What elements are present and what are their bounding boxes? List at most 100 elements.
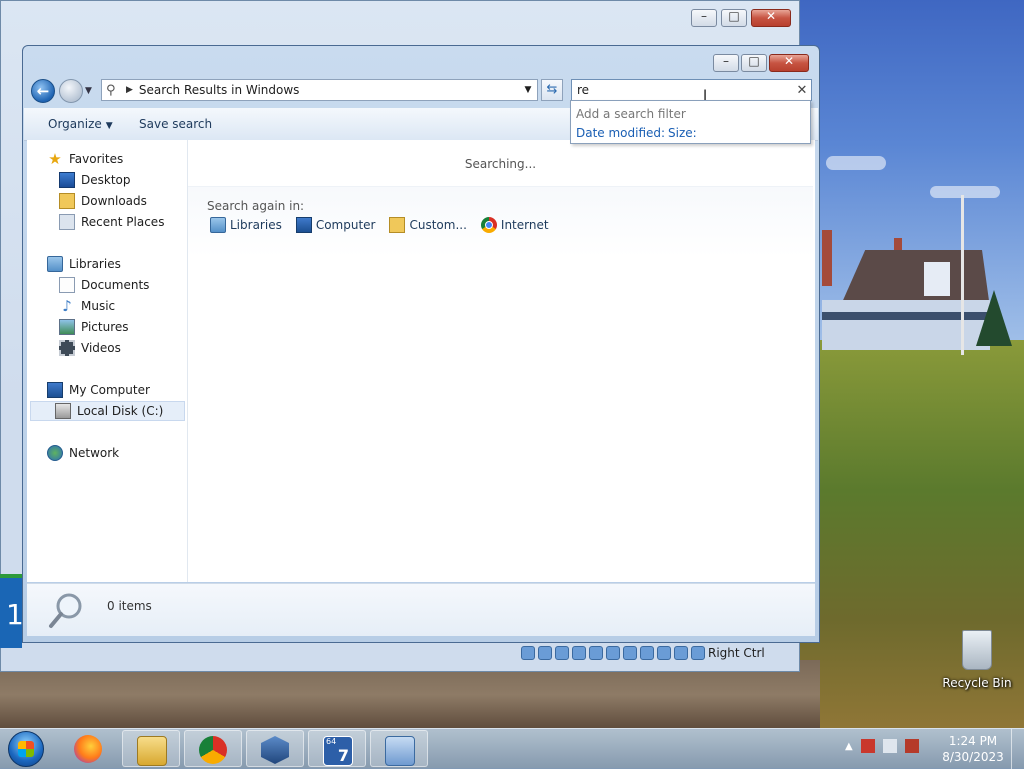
search-again-computer[interactable]: Computer (295, 217, 376, 233)
search-again-internet[interactable]: Internet (480, 217, 549, 233)
nav-music[interactable]: ♪ Music (59, 296, 115, 316)
nav-libraries[interactable]: Libraries (47, 254, 121, 274)
recording-icon[interactable] (640, 646, 654, 660)
nav-label: My Computer (69, 383, 150, 397)
clock-time: 1:24 PM (948, 734, 998, 748)
search-again-locations: Libraries Computer Custom... Internet (210, 217, 549, 233)
refresh-button[interactable]: ⇆ (541, 79, 563, 101)
search-again-libraries[interactable]: Libraries (210, 217, 282, 233)
date-modified-filter[interactable]: Date modified: (576, 126, 665, 140)
recycle-bin-icon (962, 630, 992, 670)
custom-folder-icon (389, 217, 406, 233)
nav-local-disk[interactable]: Local Disk (C:) (30, 401, 185, 421)
close-icon: ✕ (783, 54, 795, 68)
navigation-pane: ★ Favorites Desktop Downloads Recent Plac… (27, 140, 188, 582)
cpu-icon[interactable] (657, 646, 671, 660)
show-hidden-icons-button[interactable]: ▲ (845, 741, 853, 752)
chrome-icon (199, 736, 227, 764)
network-icon (47, 445, 63, 461)
minimize-button[interactable]: – (713, 54, 739, 72)
taskbar-chrome[interactable] (184, 730, 242, 767)
nav-my-computer[interactable]: My Computer (47, 380, 150, 400)
close-button[interactable]: ✕ (769, 54, 809, 72)
nav-desktop[interactable]: Desktop (59, 170, 131, 190)
nav-downloads[interactable]: Downloads (59, 191, 147, 211)
save-search-button[interactable]: Save search (139, 117, 212, 131)
search-filter-hint: Add a search filter (576, 107, 686, 121)
show-desktop-button[interactable] (1011, 729, 1024, 769)
nav-recent-places[interactable]: Recent Places (59, 212, 164, 232)
close-button[interactable]: ✕ (751, 9, 791, 27)
clock[interactable]: 1:24 PM 8/30/2023 (938, 733, 1008, 765)
nav-network[interactable]: Network (47, 443, 119, 463)
details-pane: 0 items (27, 583, 815, 636)
organize-button[interactable]: Organize ▼ (48, 117, 113, 131)
desktop-icon (59, 172, 75, 188)
magnifier-icon (49, 593, 82, 628)
address-bar[interactable]: ⚲ ▶ Search Results in Windows ▼ (101, 79, 538, 101)
taskbar-virtualbox[interactable] (246, 730, 304, 767)
back-button[interactable]: ← (31, 79, 55, 103)
maximize-button[interactable]: □ (721, 9, 747, 27)
nav-favorites[interactable]: ★ Favorites (47, 149, 123, 169)
shared-folder-icon[interactable] (606, 646, 620, 660)
taskbar-control-panel[interactable] (370, 730, 428, 767)
back-arrow-icon: ← (36, 82, 50, 100)
address-dropdown[interactable]: ▼ (519, 85, 537, 95)
network-status-icon[interactable] (882, 739, 897, 753)
organize-label: Organize (48, 117, 102, 131)
film-strip-icon (59, 340, 75, 356)
house-body (822, 300, 990, 350)
location-label: Computer (315, 218, 376, 232)
caption-buttons: – □ ✕ (713, 54, 809, 72)
recent-pages-dropdown[interactable]: ▼ (85, 86, 92, 96)
clock-date: 8/30/2023 (942, 750, 1004, 764)
nav-label: Downloads (81, 194, 147, 208)
forward-button[interactable] (59, 79, 83, 103)
clear-search-button[interactable]: ✕ (793, 83, 811, 98)
network-adapter-icon[interactable] (572, 646, 586, 660)
nav-label: Pictures (81, 320, 129, 334)
display-icon[interactable] (623, 646, 637, 660)
maximize-icon: □ (728, 9, 740, 23)
mouse-integration-icon[interactable] (674, 646, 688, 660)
computer-icon (295, 217, 312, 233)
libraries-icon (47, 256, 63, 272)
nav-label: Music (81, 299, 116, 313)
breadcrumb-arrow-icon[interactable]: ▶ (126, 85, 133, 95)
music-note-icon: ♪ (62, 297, 72, 315)
volume-muted-icon[interactable] (904, 739, 919, 753)
maximize-button[interactable]: □ (741, 54, 767, 72)
nav-label: Libraries (69, 257, 121, 271)
usb-icon[interactable] (589, 646, 603, 660)
nav-pictures[interactable]: Pictures (59, 317, 129, 337)
app-badge: 7 (337, 746, 349, 765)
nav-label: Desktop (81, 173, 131, 187)
size-filter[interactable]: Size: (668, 126, 697, 140)
search-again-custom[interactable]: Custom... (389, 217, 467, 233)
recycle-bin[interactable]: Recycle Bin (940, 630, 1014, 690)
minimize-button[interactable]: – (691, 9, 717, 27)
search-query[interactable]: re (577, 83, 793, 97)
arrow-down-icon[interactable] (691, 646, 705, 660)
start-button[interactable] (8, 731, 44, 767)
nav-documents[interactable]: Documents (59, 275, 149, 295)
firefox-icon (74, 735, 102, 763)
taskbar-explorer[interactable] (122, 730, 180, 767)
taskbar-firefox[interactable] (60, 730, 118, 767)
breadcrumb[interactable]: Search Results in Windows (139, 83, 519, 97)
audio-icon[interactable] (555, 646, 569, 660)
results-pane[interactable]: Searching... Search again in: Libraries … (188, 140, 815, 582)
notification-area: ▲ (845, 739, 919, 753)
optical-drive-icon[interactable] (538, 646, 552, 660)
libraries-icon (210, 217, 226, 233)
host-key-label: Right Ctrl (708, 646, 765, 660)
taskbar-win7-app[interactable]: 64 7 (308, 730, 366, 767)
search-filter-dropdown: Add a search filter Date modified: Size: (570, 100, 811, 144)
nav-label: Videos (81, 341, 121, 355)
chrome-icon (480, 217, 497, 233)
action-center-icon[interactable] (860, 739, 875, 753)
hard-disk-icon[interactable] (521, 646, 535, 660)
search-input[interactable]: re ✕ (571, 79, 812, 101)
nav-videos[interactable]: Videos (59, 338, 121, 358)
